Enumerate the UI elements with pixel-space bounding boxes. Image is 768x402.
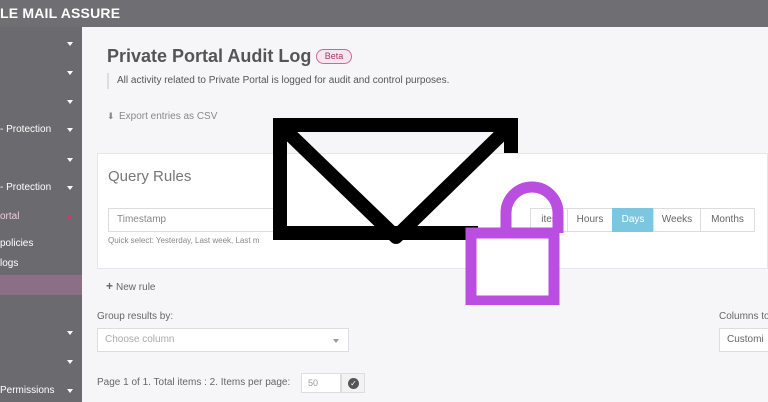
chevron-down-icon <box>67 186 73 190</box>
chevron-down-icon <box>67 128 73 132</box>
sidebar-item-label: ortal <box>0 211 20 222</box>
group-by-select[interactable]: Choose column <box>97 328 349 352</box>
unit-days-button[interactable]: Days <box>612 208 654 232</box>
export-label: Export entries as CSV <box>119 111 218 122</box>
beta-badge: Beta <box>316 49 352 64</box>
unit-weeks-button[interactable]: Weeks <box>653 208 701 232</box>
chevron-down-icon <box>67 158 73 162</box>
description-accent <box>107 73 109 89</box>
sidebar-item-label: Permissions <box>0 385 55 396</box>
sidebar-item-11[interactable] <box>0 356 82 370</box>
sidebar-subitem-policies[interactable]: policies <box>0 238 82 252</box>
chevron-down-icon <box>67 42 73 46</box>
sidebar-item-5[interactable] <box>0 154 82 168</box>
rule-field-select[interactable]: Timestamp <box>108 208 278 232</box>
group-by-label: Group results by: <box>97 311 174 322</box>
export-csv-link[interactable]: ⬇ Export entries as CSV <box>107 111 217 122</box>
chevron-down-icon <box>333 339 339 343</box>
pagination-info: Page 1 of 1. Total items : 2. Items per … <box>97 377 291 388</box>
group-by-placeholder: Choose column <box>105 334 175 345</box>
query-rules-title: Query Rules <box>108 168 192 185</box>
page-description: All activity related to Private Portal i… <box>117 75 450 86</box>
page-title: Private Portal Audit Log <box>107 46 312 66</box>
sidebar-active-highlight <box>0 275 82 295</box>
secure-mail-overlay <box>273 118 564 305</box>
sidebar-item-label: policies <box>0 238 34 249</box>
download-icon: ⬇ <box>107 111 115 121</box>
apply-per-page-button[interactable]: ✓ <box>341 373 365 393</box>
quick-select-links[interactable]: Quick select: Yesterday, Last week, Last… <box>108 236 259 245</box>
sidebar-item-1[interactable] <box>0 38 82 52</box>
top-bar: LE MAIL ASSURE <box>0 0 768 27</box>
chevron-up-icon <box>67 215 73 219</box>
sidebar-item-private-portal[interactable]: ortal <box>0 211 82 225</box>
chevron-down-icon <box>67 331 73 335</box>
new-rule-button[interactable]: + New rule <box>106 279 155 293</box>
sidebar-item-10[interactable] <box>0 327 82 341</box>
padlock-icon <box>465 181 564 305</box>
sidebar-item-label: - Protection <box>0 182 52 193</box>
columns-select[interactable]: Customi <box>719 328 768 352</box>
chevron-down-icon <box>67 71 73 75</box>
envelope-icon <box>273 118 518 244</box>
plus-icon: + <box>106 279 114 293</box>
chevron-down-icon <box>67 389 73 393</box>
sidebar-item-2[interactable] <box>0 67 82 81</box>
app-brand: LE MAIL ASSURE <box>0 5 121 21</box>
sidebar-subitem-logs[interactable]: logs <box>0 258 82 272</box>
sidebar-item-protection-2[interactable]: - Protection <box>0 182 82 196</box>
sidebar-item-protection-1[interactable]: - Protection <box>0 124 82 138</box>
new-rule-label: New rule <box>116 282 156 293</box>
columns-label: Columns to <box>719 311 768 322</box>
sidebar-item-label: logs <box>0 258 19 269</box>
chevron-down-icon <box>67 100 73 104</box>
chevron-down-icon <box>67 360 73 364</box>
sidebar-item-3[interactable] <box>0 96 82 110</box>
sidebar-item-permissions[interactable]: Permissions <box>0 385 82 399</box>
sidebar-item-label: - Protection <box>0 124 52 135</box>
check-circle-icon: ✓ <box>348 378 359 389</box>
items-per-page-input[interactable]: 50 <box>301 373 341 393</box>
unit-months-button[interactable]: Months <box>700 208 755 232</box>
